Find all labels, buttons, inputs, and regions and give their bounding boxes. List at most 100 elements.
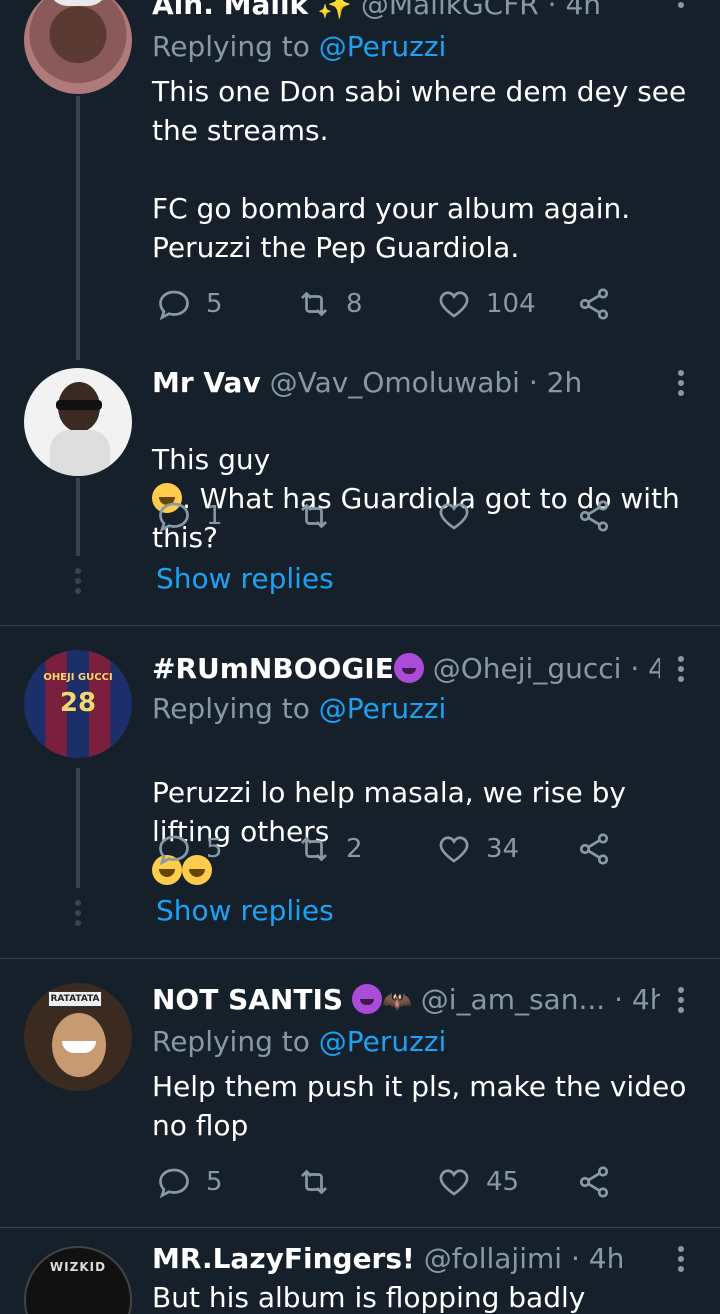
tweet-2[interactable]: Mr Vav @Vav_Omoluwabi · 2h This guy . Wh… — [0, 360, 720, 626]
like-button[interactable]: 34 — [436, 831, 519, 867]
share-button[interactable] — [576, 1164, 612, 1200]
like-button[interactable]: 104 — [436, 286, 536, 322]
like-count: 104 — [486, 289, 536, 319]
like-count: 34 — [486, 834, 520, 864]
tweet-header: Mr Vav @Vav_Omoluwabi · 2h — [152, 366, 583, 399]
tweet-header: Alh. Malik ✨ @MalikGCFR · 4h — [152, 0, 660, 22]
share-icon — [579, 1166, 609, 1198]
avatar[interactable] — [24, 0, 132, 94]
user-handle[interactable]: @i_am_san... — [421, 983, 605, 1016]
bat-icon: 🦇 — [381, 987, 412, 1015]
timestamp[interactable]: 4h — [632, 983, 660, 1016]
smiling-devil-emoji — [351, 984, 382, 1014]
avatar[interactable]: WIZKID — [24, 1246, 132, 1314]
tweet-header: #RUmNBOOGIE @Oheji_gucci · 4h — [152, 652, 660, 686]
like-count: 45 — [486, 1167, 520, 1197]
mention-link[interactable]: @Peruzzi — [319, 30, 447, 63]
tweet-actions: 5 45 — [152, 1164, 632, 1204]
user-handle[interactable]: @Vav_Omoluwabi — [270, 366, 520, 399]
share-button[interactable] — [576, 831, 612, 867]
reply-count: 5 — [206, 1167, 223, 1197]
display-name[interactable]: NOT SANTIS — [152, 983, 343, 1016]
thread-dots — [75, 568, 81, 598]
sparkles-icon: ✨ — [317, 0, 352, 21]
tweet-header: NOT SANTIS 🦇 @i_am_san... · 4h — [152, 983, 660, 1018]
retweet-icon — [301, 503, 327, 529]
tweet-text: But his album is flopping badly — [152, 1281, 586, 1314]
thread-line — [76, 768, 80, 888]
heart-icon — [439, 836, 469, 863]
tweet-text: Help them push it pls, make the video no… — [152, 1070, 687, 1142]
reply-icon — [159, 1168, 189, 1199]
timestamp[interactable]: 4h — [589, 1242, 625, 1275]
user-handle[interactable]: @Oheji_gucci — [433, 652, 622, 685]
thread-dots — [75, 900, 81, 930]
tweet-actions: 5 2 34 — [152, 831, 632, 871]
show-replies-link[interactable]: Show replies — [156, 894, 334, 927]
timestamp[interactable]: 4h — [648, 652, 660, 685]
display-name[interactable]: #RUmNBOOGIE — [152, 652, 394, 685]
replying-to: Replying to @Peruzzi — [152, 692, 447, 725]
tweet-1[interactable]: Alh. Malik ✨ @MalikGCFR · 4h Replying to… — [0, 0, 720, 360]
retweet-button[interactable] — [296, 1164, 346, 1200]
reply-icon — [159, 835, 189, 866]
replying-to: Replying to @Peruzzi — [152, 30, 447, 63]
display-name[interactable]: Mr Vav — [152, 366, 261, 399]
reply-button[interactable]: 1 — [156, 498, 223, 534]
heart-icon — [439, 503, 469, 530]
reply-button[interactable]: 5 — [156, 831, 223, 867]
more-options-icon[interactable] — [678, 987, 684, 1017]
tweet-actions: 1 — [152, 498, 632, 538]
display-name[interactable]: Alh. Malik — [152, 0, 308, 21]
retweet-count: 2 — [346, 834, 363, 864]
retweet-icon — [301, 291, 327, 317]
reply-count: 5 — [206, 289, 223, 319]
thread-line — [76, 96, 80, 360]
heart-icon — [439, 1169, 469, 1196]
reply-icon — [159, 290, 189, 321]
smiling-devil-emoji — [393, 653, 424, 683]
thread-line — [76, 478, 80, 556]
retweet-count: 8 — [346, 289, 363, 319]
retweet-button[interactable]: 8 — [296, 286, 363, 322]
reply-icon — [159, 502, 189, 533]
user-handle[interactable]: @follajimi — [424, 1242, 562, 1275]
mention-link[interactable]: @Peruzzi — [319, 692, 447, 725]
show-replies-link[interactable]: Show replies — [156, 562, 334, 595]
timestamp[interactable]: 2h — [547, 366, 583, 399]
retweet-icon — [301, 836, 327, 862]
reply-count: 1 — [206, 501, 223, 531]
share-button[interactable] — [576, 286, 612, 322]
replying-to: Replying to @Peruzzi — [152, 1025, 447, 1058]
share-icon — [579, 500, 609, 532]
like-button[interactable]: 45 — [436, 1164, 519, 1200]
heart-icon — [439, 291, 469, 318]
more-options-icon[interactable] — [678, 0, 684, 12]
tweet-3[interactable]: OHEJI GUCCI 28 #RUmNBOOGIE @Oheji_gucci … — [0, 626, 720, 958]
avatar[interactable] — [24, 368, 132, 476]
tweet-4[interactable]: RATATATA NOT SANTIS 🦇 @i_am_san... · 4h … — [0, 959, 720, 1227]
tweet-header: MR.LazyFingers! @follajimi · 4h — [152, 1242, 625, 1275]
retweet-button[interactable] — [296, 498, 346, 534]
reply-button[interactable]: 5 — [156, 286, 223, 322]
reply-button[interactable]: 5 — [156, 1164, 223, 1200]
tweet-actions: 5 8 104 — [152, 286, 632, 326]
user-handle[interactable]: @MalikGCFR — [361, 0, 539, 21]
retweet-icon — [301, 1169, 327, 1195]
display-name[interactable]: MR.LazyFingers! — [152, 1242, 415, 1275]
mention-link[interactable]: @Peruzzi — [319, 1025, 447, 1058]
tweet-text: This one Don sabi where dem dey see the … — [152, 75, 687, 264]
more-options-icon[interactable] — [678, 1246, 684, 1276]
share-icon — [579, 288, 609, 320]
timestamp[interactable]: 4h — [565, 0, 601, 21]
avatar[interactable]: RATATATA — [24, 983, 132, 1091]
more-options-icon[interactable] — [678, 656, 684, 686]
retweet-button[interactable]: 2 — [296, 831, 363, 867]
share-icon — [579, 833, 609, 865]
avatar[interactable]: OHEJI GUCCI 28 — [24, 650, 132, 758]
tweet-5[interactable]: WIZKID MR.LazyFingers! @follajimi · 4h B… — [0, 1228, 720, 1314]
more-options-icon[interactable] — [678, 370, 684, 400]
like-button[interactable] — [436, 498, 486, 534]
share-button[interactable] — [576, 498, 612, 534]
reply-count: 5 — [206, 834, 223, 864]
